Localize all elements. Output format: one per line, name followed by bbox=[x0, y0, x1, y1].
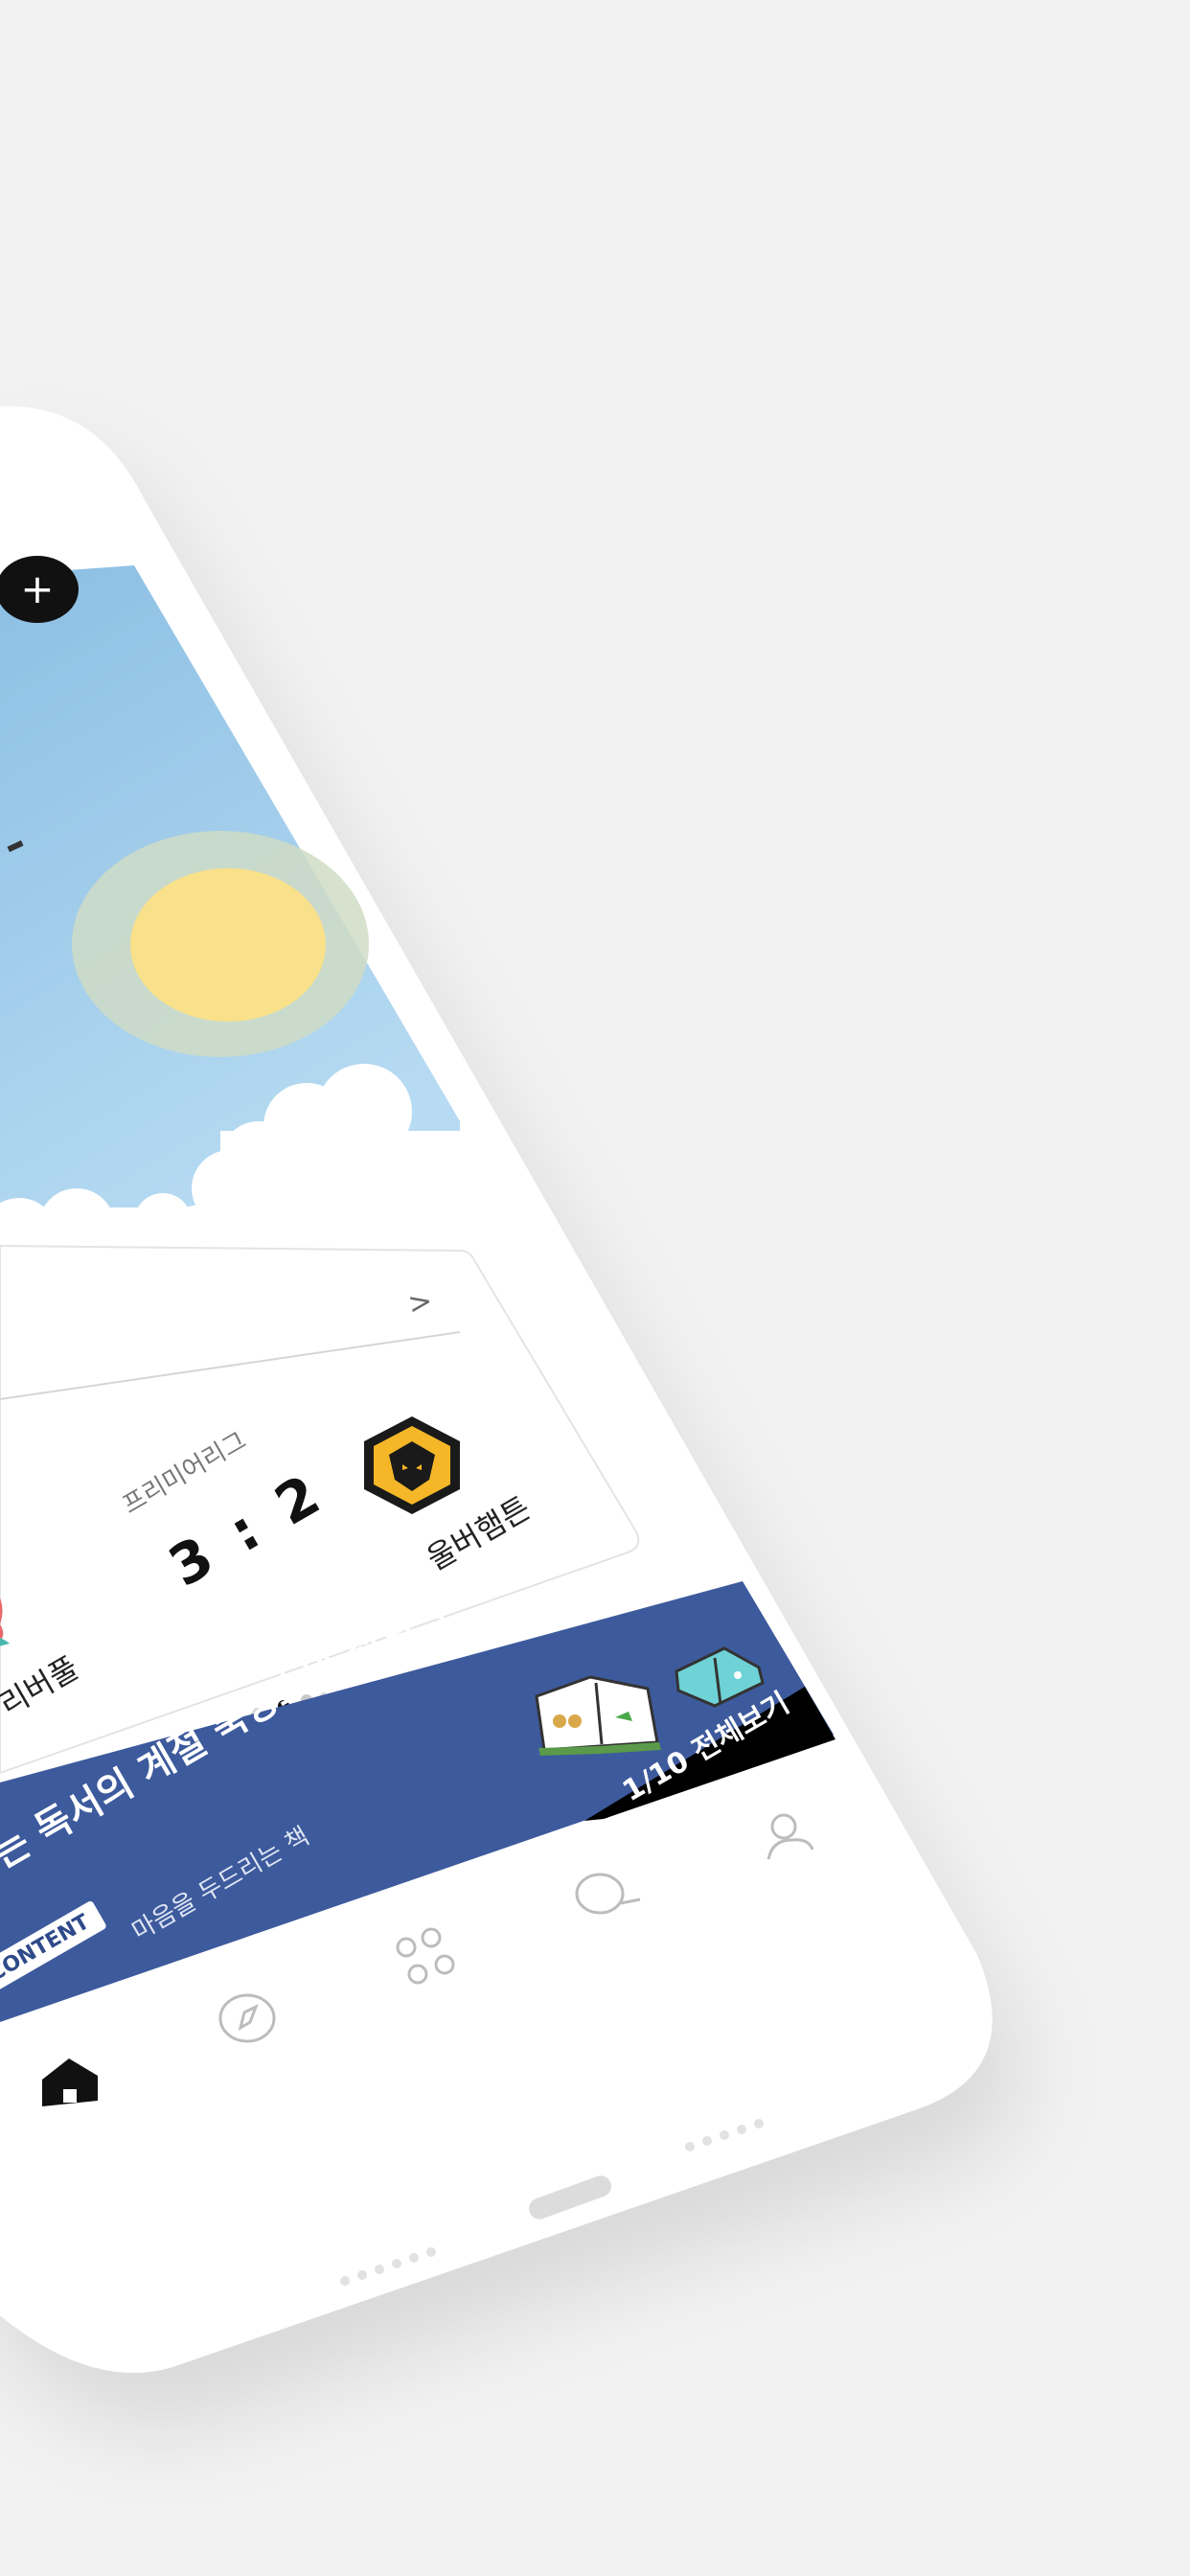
promo-banner[interactable] bbox=[0, 0, 1190, 2576]
tab-profile[interactable] bbox=[763, 1811, 816, 1869]
tab-search[interactable] bbox=[573, 1869, 644, 1922]
profile-icon bbox=[767, 1813, 814, 1860]
tab-discover[interactable] bbox=[216, 1990, 279, 2047]
search-icon bbox=[575, 1873, 641, 1915]
app-screen: + > 프리미어리그 3 : 2 리버풀 울버햄튼 는 독서의 계절 북캉스의 … bbox=[0, 0, 1190, 2576]
tab-apps[interactable] bbox=[391, 1926, 460, 1990]
tab-home[interactable] bbox=[36, 2051, 103, 2108]
apps-icon bbox=[396, 1927, 455, 1985]
compass-icon bbox=[218, 1993, 276, 2043]
home-icon bbox=[42, 2058, 98, 2106]
